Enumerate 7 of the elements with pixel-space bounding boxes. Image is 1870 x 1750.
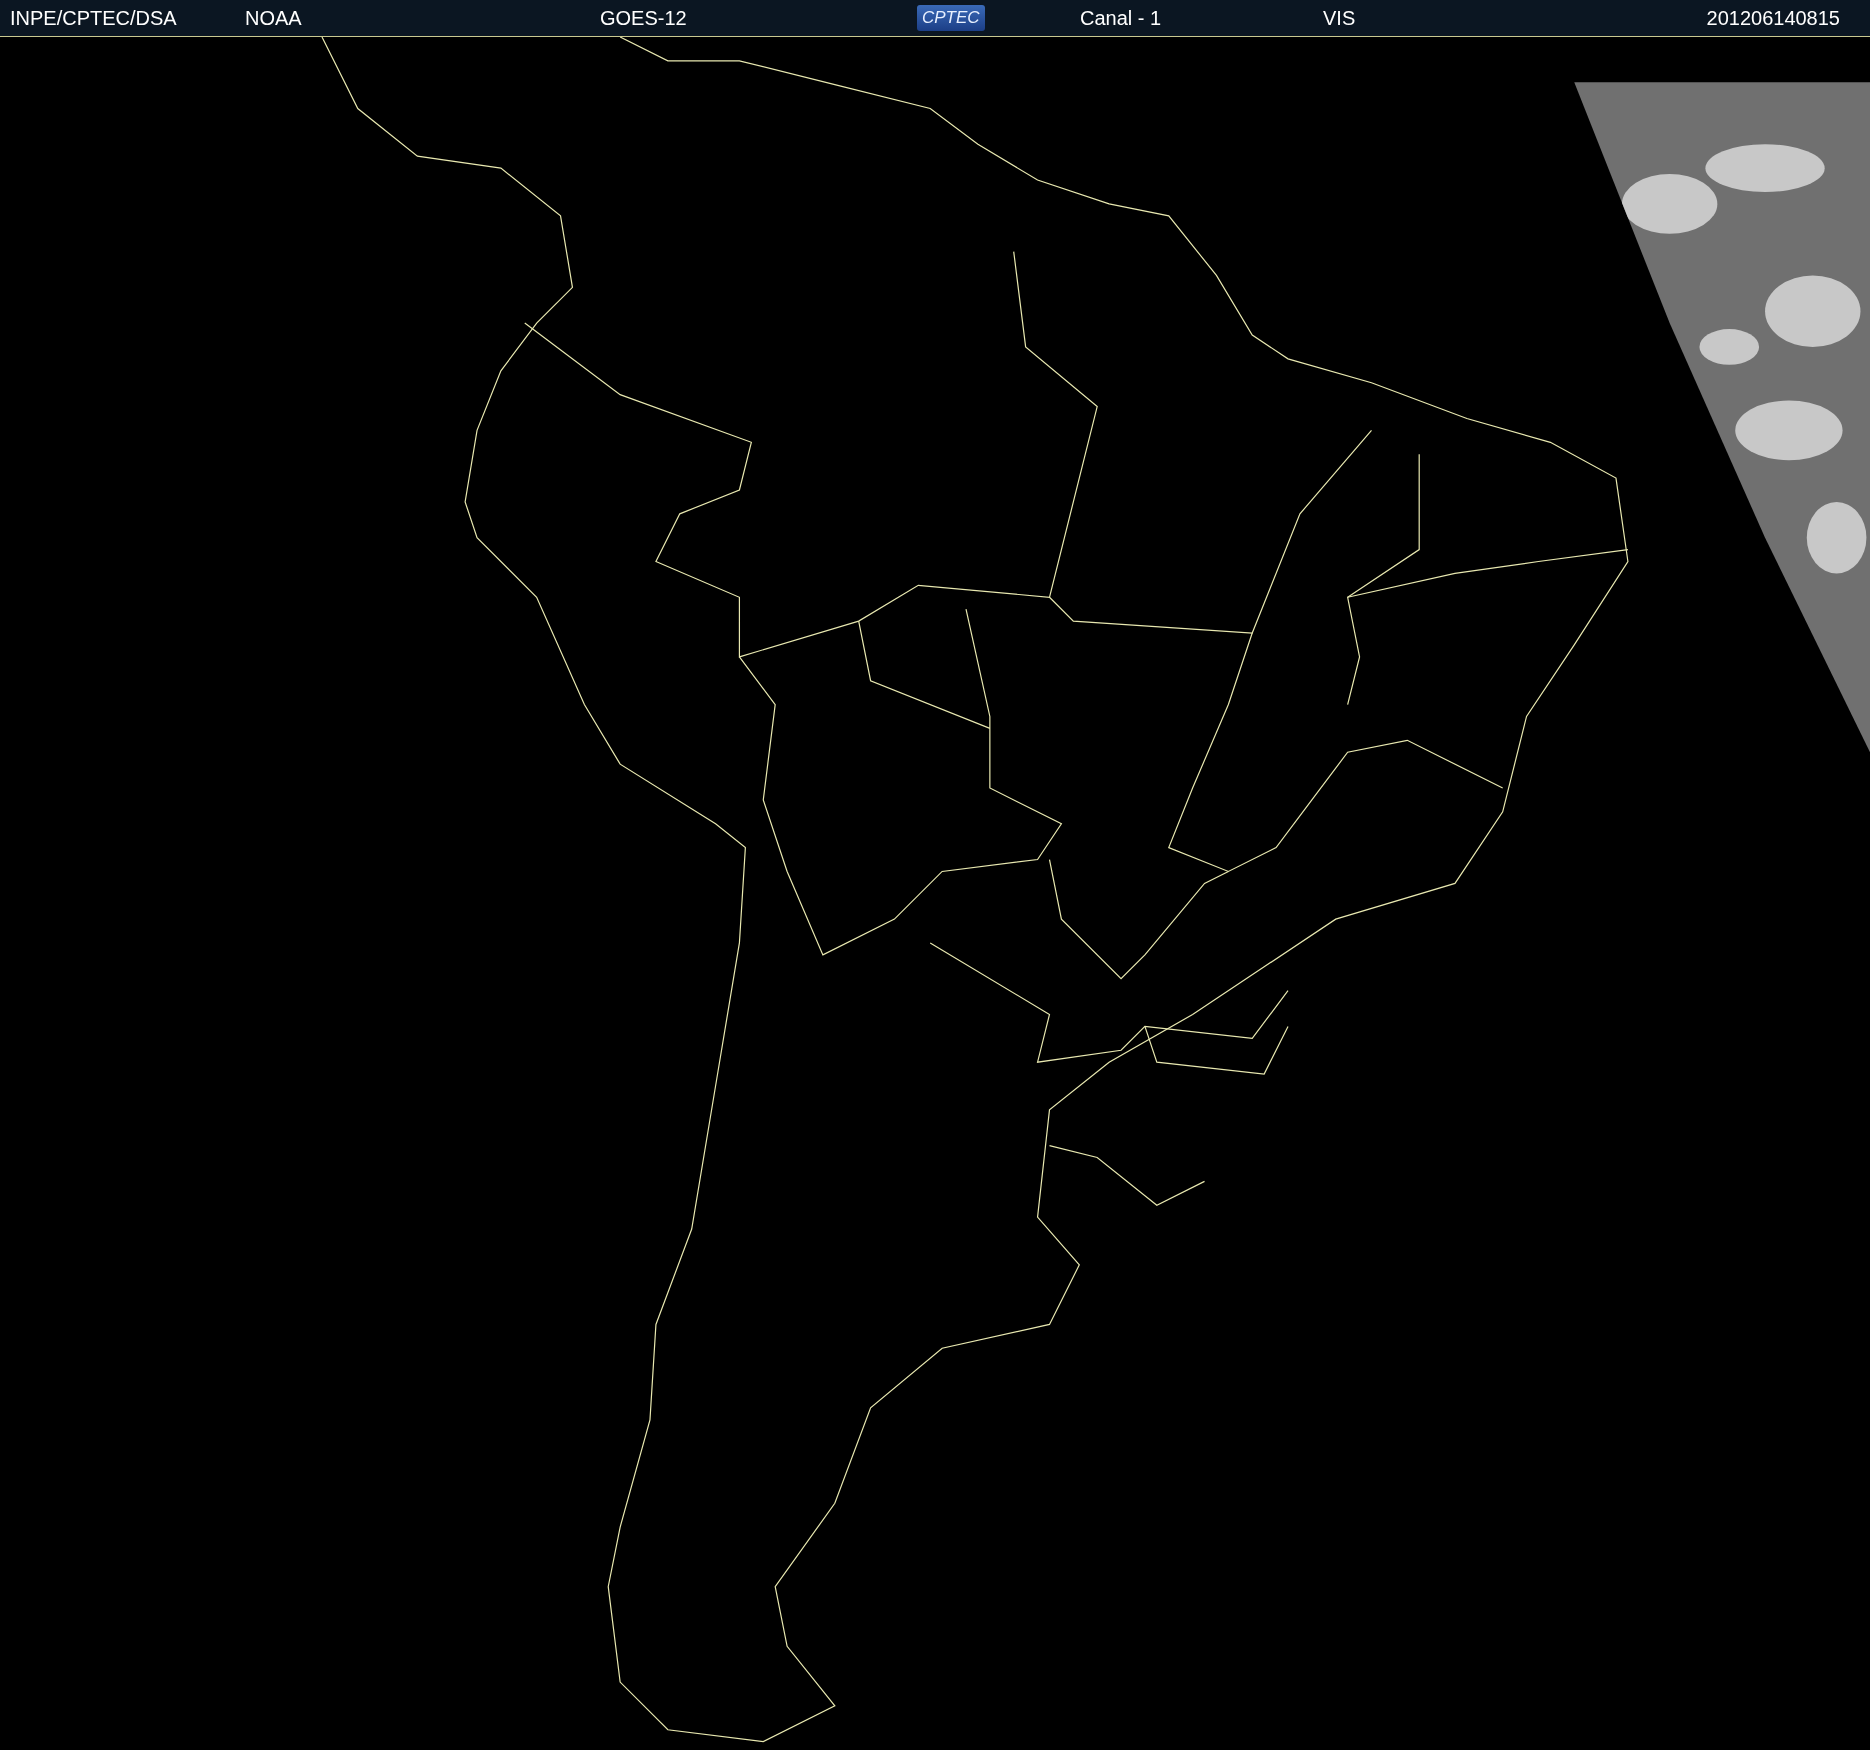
band-label: VIS xyxy=(1323,6,1357,30)
satellite-label: GOES-12 xyxy=(600,6,688,30)
operator-label: NOAA xyxy=(245,6,303,30)
logo: CPTEC xyxy=(917,5,985,31)
channel-label: Canal - 1 xyxy=(1080,6,1163,30)
timestamp-label: 201206140815 xyxy=(1706,6,1841,30)
agency-label: INPE/CPTEC/DSA xyxy=(9,6,178,30)
